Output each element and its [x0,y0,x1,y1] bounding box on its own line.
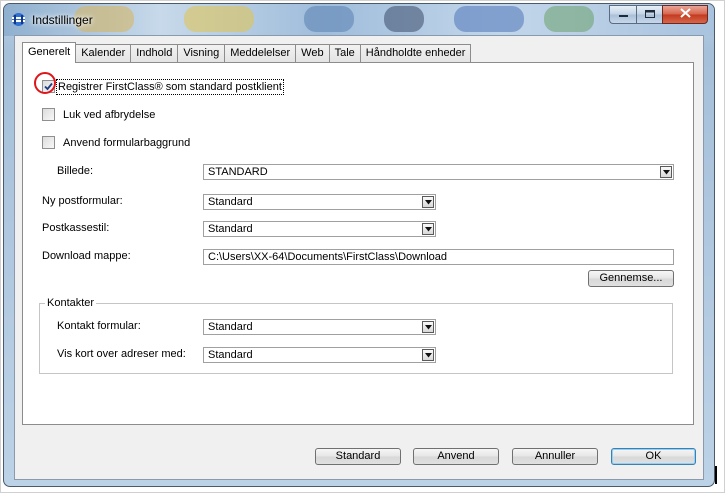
chevron-down-icon [422,223,434,235]
general-tab-panel: Registrer FirstClass® som standard postk… [22,62,694,425]
window-title: Indstillinger [32,13,93,27]
close-on-disconnect-label: Luk ved afbrydelse [63,108,156,121]
caption-buttons [609,5,708,24]
aero-decoration [304,6,354,32]
form-background-label: Anvend formularbaggrund [63,136,191,149]
mailbox-style-dropdown[interactable]: Standard [203,221,436,237]
new-mail-form-value: Standard [208,196,253,208]
standard-button[interactable]: Standard [315,448,401,465]
close-on-disconnect-row: Luk ved afbrydelse [42,108,155,121]
ok-button[interactable]: OK [611,448,696,465]
close-button[interactable] [662,5,708,24]
dialog-body: Generelt Kalender Indhold Visning Meddel… [14,35,704,480]
new-mail-form-dropdown[interactable]: Standard [203,194,436,210]
tab-tale[interactable]: Tale [328,44,361,63]
form-background-row: Anvend formularbaggrund [42,136,190,149]
contacts-groupbox [39,303,673,374]
chevron-down-icon [660,166,672,178]
form-background-checkbox[interactable] [42,136,55,149]
aero-decoration [544,6,594,32]
browse-button[interactable]: Gennemse... [588,270,674,287]
aero-decoration [454,6,524,32]
tab-haandholdte-enheder[interactable]: Håndholdte enheder [359,44,472,63]
tab-web[interactable]: Web [295,44,330,63]
tab-strip: Generelt Kalender Indhold Visning Meddel… [22,42,472,63]
apply-button[interactable]: Anvend [413,448,499,465]
address-card-value: Standard [208,349,253,361]
contacts-group-title: Kontakter [45,297,97,309]
tab-indhold[interactable]: Indhold [130,44,179,63]
chevron-down-icon [422,321,434,333]
aero-decoration [384,6,424,32]
mailbox-style-label: Postkassestil: [42,222,110,234]
settings-window: Indstillinger Generelt Kalender Indhold … [3,3,715,487]
download-folder-label: Download mappe: [42,250,131,262]
edge-marker [715,466,717,484]
picture-label: Billede: [57,165,94,177]
download-folder-field[interactable]: C:\Users\XX-64\Documents\FirstClass\Down… [203,249,674,265]
chevron-down-icon [422,349,434,361]
picture-dropdown[interactable]: STANDARD [203,164,674,180]
tab-kalender[interactable]: Kalender [75,44,132,63]
register-default-row: Registrer FirstClass® som standard postk… [42,78,284,95]
mailbox-style-value: Standard [208,223,253,235]
contact-form-dropdown[interactable]: Standard [203,319,436,335]
address-card-label: Vis kort over adreser med: [57,348,186,360]
tab-generelt[interactable]: Generelt [22,42,77,63]
chevron-down-icon [422,196,434,208]
title-bar[interactable]: Indstillinger [4,4,714,36]
close-icon [679,8,691,21]
contact-form-label: Kontakt formular: [57,320,141,332]
firstclass-app-icon[interactable] [10,12,27,27]
highlight-circle [34,72,56,94]
minimize-button[interactable] [609,5,636,24]
maximize-button[interactable] [636,5,662,24]
aero-decoration [184,6,254,32]
cancel-button[interactable]: Annuller [512,448,598,465]
close-on-disconnect-checkbox[interactable] [42,108,55,121]
tab-meddelelser[interactable]: Meddelelser [224,44,297,63]
contact-form-value: Standard [208,321,253,333]
maximize-icon [644,9,655,21]
tab-visning[interactable]: Visning [177,44,226,63]
minimize-icon [618,9,628,21]
register-default-label: Registrer FirstClass® som standard postk… [56,78,284,95]
address-card-dropdown[interactable]: Standard [203,347,436,363]
picture-value: STANDARD [208,166,268,178]
new-mail-form-label: Ny postformular: [42,195,123,207]
